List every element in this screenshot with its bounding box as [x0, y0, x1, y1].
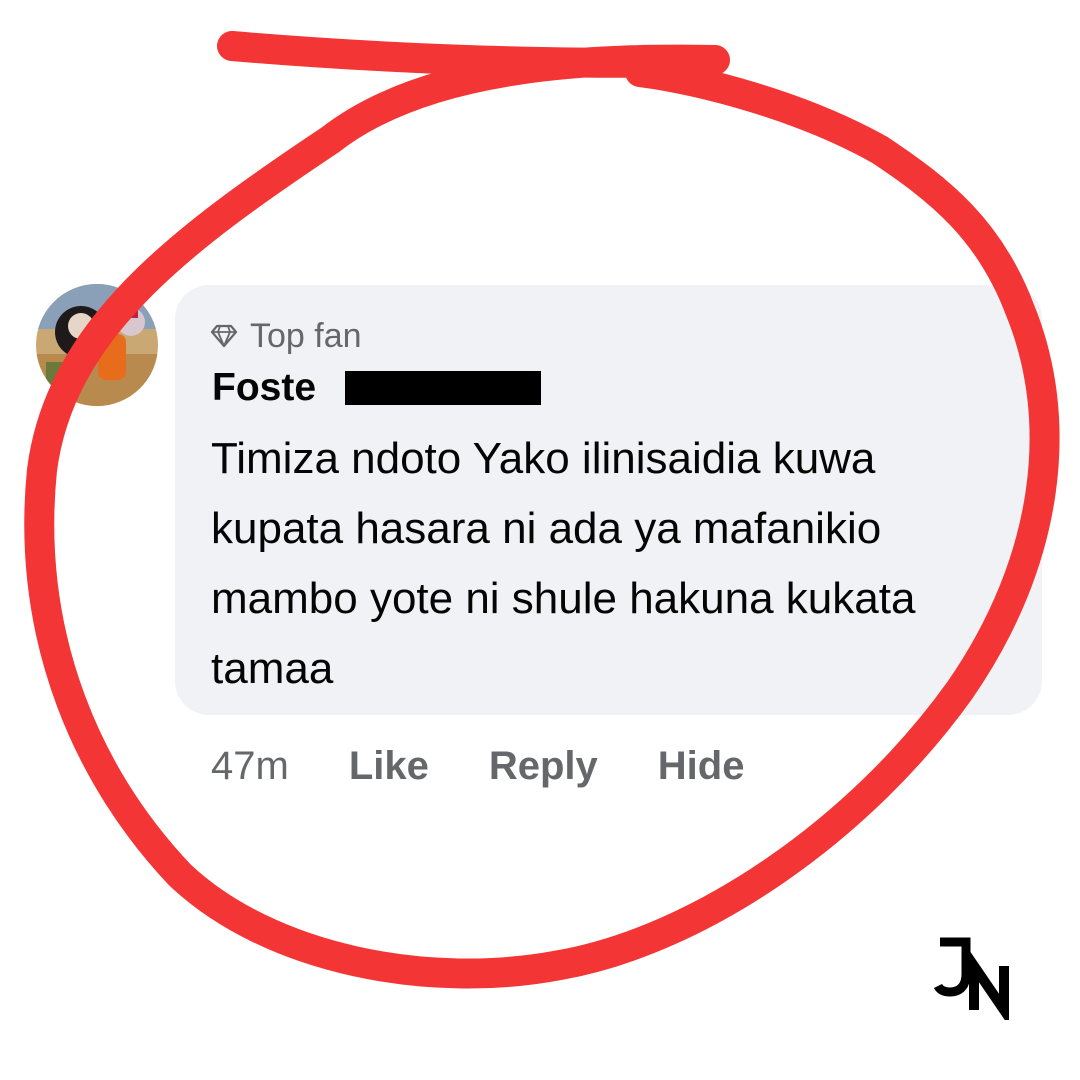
like-button[interactable]: Like	[349, 744, 429, 789]
redaction-bar	[345, 371, 541, 405]
diamond-icon	[210, 324, 238, 348]
avatar-image	[36, 284, 158, 406]
author-name[interactable]: Foste	[212, 364, 316, 412]
reply-button[interactable]: Reply	[489, 744, 598, 789]
badge-label: Top fan	[250, 316, 362, 355]
top-fan-badge: Top fan	[210, 314, 362, 358]
comment-timestamp[interactable]: 47m	[211, 744, 289, 789]
comment-text: Timiza ndoto Yako ilinisaidia kuwa kupat…	[211, 434, 916, 693]
jn-logo	[933, 937, 1009, 1020]
comment-actions: 47m Like Reply Hide	[211, 738, 744, 794]
avatar[interactable]	[36, 284, 158, 406]
hide-button[interactable]: Hide	[658, 744, 745, 789]
